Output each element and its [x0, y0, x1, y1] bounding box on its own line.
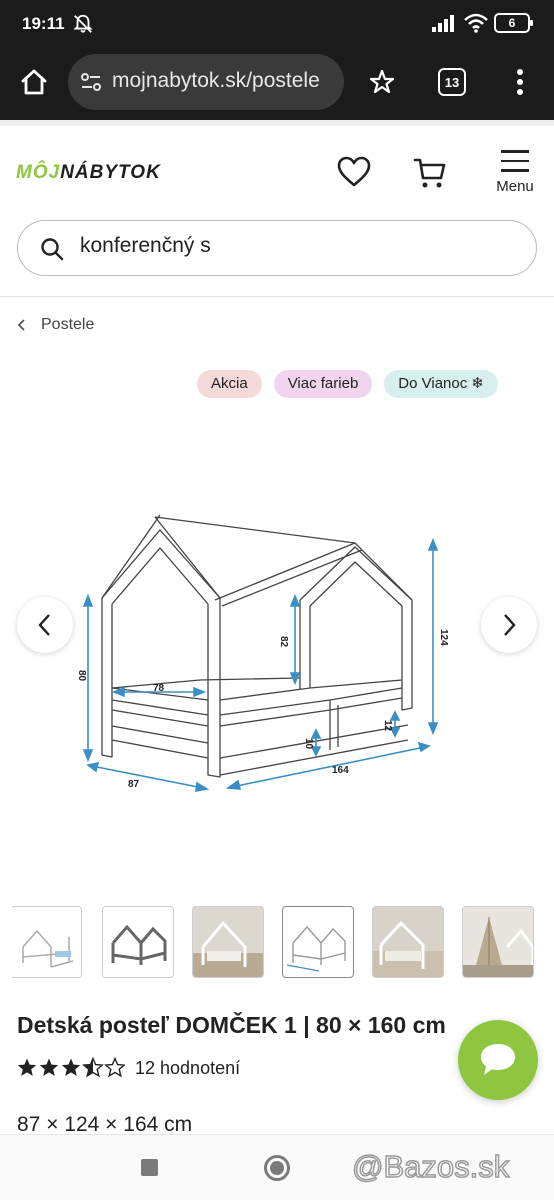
home-button[interactable]	[264, 1155, 290, 1181]
tab-count: 13	[444, 74, 460, 90]
dim-label-drawer: 12	[382, 720, 393, 732]
thumbnail[interactable]	[12, 906, 82, 978]
dim-label-width: 87	[128, 779, 140, 790]
menu-button[interactable]: Menu	[494, 150, 536, 198]
badge-akcia: Akcia	[197, 370, 262, 398]
divider	[0, 120, 554, 126]
badge-do-vianoc: Do Vianoc ❄	[384, 370, 498, 398]
reviews-count[interactable]: 12 hodnotení	[135, 1058, 240, 1079]
product-gallery[interactable]: 80 87 164 124 82 78 10 12	[0, 410, 554, 890]
thumbnail[interactable]	[192, 906, 264, 978]
chat-icon	[481, 1044, 515, 1075]
signal-icon	[432, 15, 454, 32]
menu-label: Menu	[496, 177, 534, 195]
gallery-next-button[interactable]	[481, 597, 537, 653]
heart-icon[interactable]	[337, 156, 371, 188]
dim-label-leg: 10	[303, 738, 314, 750]
divider	[0, 296, 554, 297]
thumbnail[interactable]	[462, 906, 534, 978]
product-badges: Akcia Viac farieb Do Vianoc ❄	[197, 370, 498, 398]
product-rating[interactable]: 12 hodnotení	[17, 1057, 240, 1079]
chevron-right-icon	[504, 614, 516, 636]
product-title: Detská posteľ DOMČEK 1 | 80 × 160 cm	[17, 1012, 446, 1038]
more-icon[interactable]	[510, 68, 530, 96]
tabs-icon[interactable]: 13	[438, 68, 466, 96]
status-icons: 6	[432, 13, 533, 33]
dim-label-inner-width: 78	[153, 683, 165, 694]
system-nav-bar: @Bazos.sk	[0, 1134, 554, 1200]
dim-label-total-height: 124	[438, 629, 449, 646]
address-bar[interactable]: mojnabytok.sk/postele	[68, 54, 344, 110]
chevron-left-icon	[17, 319, 25, 331]
watermark: @Bazos.sk	[351, 1148, 510, 1185]
browser-toolbar: mojnabytok.sk/postele 13	[0, 48, 554, 120]
cart-icon[interactable]	[413, 156, 447, 190]
site-info-icon[interactable]	[80, 71, 102, 93]
home-icon[interactable]	[18, 66, 50, 98]
dim-label-inner-height: 82	[278, 636, 289, 648]
badge-viac-farieb: Viac farieb	[273, 370, 373, 398]
battery-level: 6	[508, 16, 516, 30]
breadcrumb-link[interactable]: Postele	[41, 316, 94, 334]
url-text[interactable]: mojnabytok.sk/postele	[112, 69, 320, 93]
chat-button[interactable]	[458, 1020, 538, 1100]
search-icon	[41, 238, 64, 261]
chevron-left-icon	[38, 614, 50, 636]
battery-icon: 6	[494, 13, 533, 33]
site-logo[interactable]: MÔJNÁBYTOK	[16, 162, 161, 184]
thumbnail[interactable]	[102, 906, 174, 978]
thumbnail[interactable]	[372, 906, 444, 978]
menu-icon	[494, 150, 536, 172]
search-input[interactable]	[80, 234, 500, 258]
thumbnail[interactable]	[282, 906, 354, 978]
search-bar[interactable]	[17, 220, 537, 276]
breadcrumb[interactable]: Postele	[17, 316, 94, 334]
logo-part-dark: NÁBYTOK	[60, 162, 161, 183]
status-bar: 19:11 6	[0, 0, 554, 48]
gallery-prev-button[interactable]	[17, 597, 73, 653]
wifi-icon	[464, 13, 488, 33]
product-image: 80 87 164 124 82 78 10 12	[76, 514, 449, 792]
star-icon[interactable]	[368, 68, 396, 96]
rating-stars	[17, 1057, 125, 1077]
logo-part-green: MÔJ	[16, 162, 61, 183]
status-time: 19:11	[22, 14, 65, 33]
recents-button[interactable]	[141, 1159, 158, 1176]
thumbnail-strip[interactable]	[12, 906, 554, 980]
dim-label-length: 164	[332, 765, 349, 776]
dim-label-height: 80	[76, 670, 87, 682]
mute-icon	[73, 14, 93, 33]
